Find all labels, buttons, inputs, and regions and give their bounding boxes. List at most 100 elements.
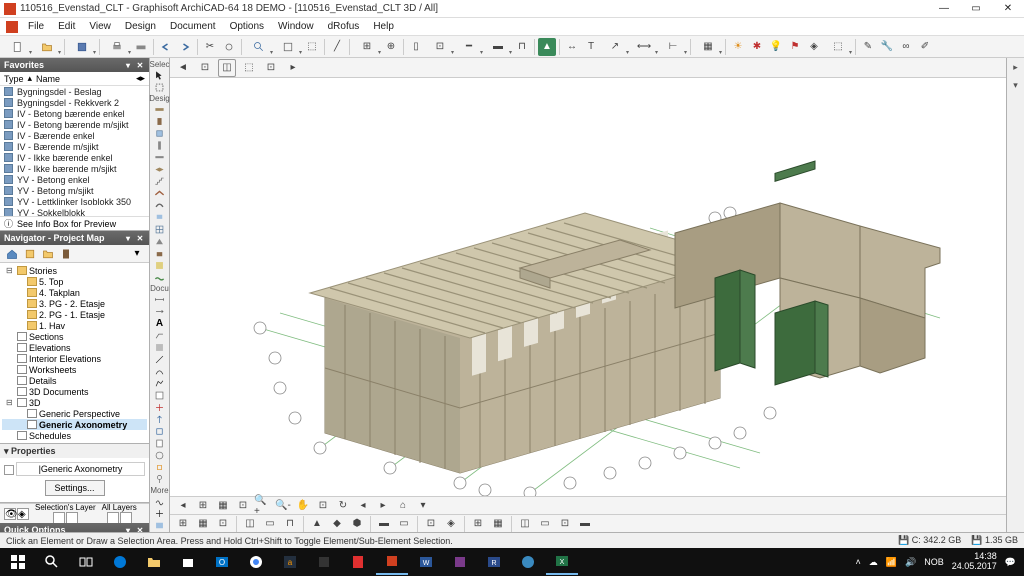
redo-button[interactable]	[176, 38, 194, 56]
vb2-btn[interactable]: ⊞	[174, 515, 192, 533]
stair-tool-icon[interactable]	[152, 176, 168, 187]
menu-design[interactable]: Design	[119, 20, 162, 33]
pan-button[interactable]: ⬚	[303, 38, 321, 56]
wall-tool-icon[interactable]	[152, 104, 168, 115]
vb-back[interactable]: ◂	[354, 497, 372, 515]
hotspot-tool-icon[interactable]	[152, 508, 168, 519]
vb-dd[interactable]: ▾	[414, 497, 432, 515]
layer-icon[interactable]: ◈	[17, 508, 29, 520]
tray-lang[interactable]: NOB	[924, 557, 944, 567]
vb2-btn[interactable]: ◫	[516, 515, 534, 533]
poly-tool-icon[interactable]	[152, 378, 168, 389]
snap-button[interactable]: ⊕	[382, 38, 400, 56]
amazon-icon[interactable]: a	[274, 549, 306, 575]
favorite-item[interactable]: IV - Betong bærende enkel	[0, 108, 149, 119]
vb2-btn[interactable]: ▭	[261, 515, 279, 533]
undo-button[interactable]	[157, 38, 175, 56]
vb2-btn[interactable]: ⬢	[348, 515, 366, 533]
menu-edit[interactable]: Edit	[52, 20, 81, 33]
minimize-button[interactable]: —	[932, 2, 956, 16]
excel-icon[interactable]: X	[546, 549, 578, 575]
layer-button[interactable]: ▦▾	[694, 38, 722, 56]
dim-button[interactable]: ⟷▾	[630, 38, 658, 56]
col-button[interactable]: ▬▾	[484, 38, 512, 56]
drawing-tool-icon[interactable]	[152, 390, 168, 401]
column-tool-icon[interactable]	[152, 140, 168, 151]
store-icon[interactable]	[172, 549, 204, 575]
print-button[interactable]: ▾	[103, 38, 131, 56]
menu-drofus[interactable]: dRofus	[322, 20, 366, 33]
edge-icon[interactable]	[104, 549, 136, 575]
favorite-item[interactable]: YV - Betong m/sjikt	[0, 185, 149, 196]
nav-opts-icon[interactable]: ▾	[129, 246, 145, 262]
app-icon[interactable]	[308, 549, 340, 575]
vt-btn[interactable]: ▸	[284, 59, 302, 77]
favorite-item[interactable]: IV - Bærende enkel	[0, 130, 149, 141]
menu-options[interactable]: Options	[224, 20, 270, 33]
favorite-item[interactable]: YV - Sokkelblokk	[0, 207, 149, 216]
arc-tool-icon[interactable]	[152, 366, 168, 377]
favorite-item[interactable]: IV - Bærende m/sjikt	[0, 141, 149, 152]
eye-icon[interactable]: 👁	[4, 508, 16, 520]
object-tool-icon[interactable]	[152, 248, 168, 259]
favorite-item[interactable]: Bygningsdel - Beslag	[0, 86, 149, 97]
vb-zoomout[interactable]: 🔍-	[274, 497, 292, 515]
change-tool-icon[interactable]	[152, 462, 168, 473]
vb-zoomin[interactable]: 🔍+	[254, 497, 272, 515]
fav-name-header[interactable]: Name	[36, 74, 136, 84]
line-button[interactable]: ╱	[328, 38, 346, 56]
spline-tool-icon[interactable]	[152, 496, 168, 507]
fav-type-header[interactable]: Type	[4, 74, 24, 84]
dim-tool-icon[interactable]	[152, 294, 168, 305]
panel-close-icon[interactable]: ✕	[135, 60, 145, 70]
tree-item[interactable]: Sections	[2, 331, 147, 342]
menu-view[interactable]: View	[83, 20, 117, 33]
arrow-tool-icon[interactable]	[152, 70, 168, 81]
app2-icon[interactable]	[444, 549, 476, 575]
roof-button[interactable]: ▲	[538, 38, 556, 56]
nav-folder-icon[interactable]	[40, 246, 56, 262]
tray-clock[interactable]: 14:38 24.05.2017	[952, 552, 997, 572]
fav-next-icon[interactable]: ▸	[140, 73, 145, 84]
elevation-tool-icon[interactable]	[152, 414, 168, 425]
section-tool-icon[interactable]	[152, 402, 168, 413]
menu-file[interactable]: File	[22, 20, 50, 33]
vb2-btn[interactable]: ▦	[194, 515, 212, 533]
vb2-btn[interactable]: ⊡	[556, 515, 574, 533]
vb-btn[interactable]: ⊞	[194, 497, 212, 515]
rc-btn[interactable]: ▸	[1009, 60, 1023, 74]
tray-vol-icon[interactable]: 🔊	[905, 557, 916, 568]
nav-map-icon[interactable]	[22, 246, 38, 262]
vt-btn[interactable]: ⊡	[196, 59, 214, 77]
3d-viewport[interactable]	[170, 78, 1006, 496]
tree-item[interactable]: Worksheets	[2, 364, 147, 375]
ie-tool-icon[interactable]	[152, 426, 168, 437]
wall-button[interactable]: ━▾	[455, 38, 483, 56]
taskview-button[interactable]	[70, 549, 102, 575]
shell-tool-icon[interactable]	[152, 200, 168, 211]
marquee-tool-icon[interactable]	[152, 82, 168, 93]
vt-btn[interactable]: ⬚	[240, 59, 258, 77]
tree-item[interactable]: ⊟Stories	[2, 265, 147, 276]
tree-item[interactable]: 5. Top	[2, 276, 147, 287]
render-button[interactable]: ✱	[748, 38, 766, 56]
props-icon[interactable]	[4, 465, 14, 475]
tree-item[interactable]: Details	[2, 375, 147, 386]
palette-button[interactable]: ◈	[805, 38, 823, 56]
cut-button[interactable]: ✂	[201, 38, 219, 56]
door-tool-icon[interactable]	[152, 116, 168, 127]
mesh-tool-icon[interactable]	[152, 272, 168, 283]
menu-document[interactable]: Document	[164, 20, 222, 33]
view3d-button[interactable]: ⬚▾	[824, 38, 852, 56]
favorite-item[interactable]: YV - Lettklinker Isoblokk 350	[0, 196, 149, 207]
tree-item[interactable]: ⊟3D	[2, 397, 147, 408]
vt-btn[interactable]: ◫	[218, 59, 236, 77]
label-tool-icon[interactable]	[152, 330, 168, 341]
worksheet-tool-icon[interactable]	[152, 438, 168, 449]
vb2-btn[interactable]: ◆	[328, 515, 346, 533]
vb2-btn[interactable]: ▬	[576, 515, 594, 533]
tray-notif-icon[interactable]: 💬	[1005, 557, 1016, 568]
zone-tool-icon[interactable]	[152, 260, 168, 271]
vb2-btn[interactable]: ⊡	[422, 515, 440, 533]
vb2-btn[interactable]: ⊓	[281, 515, 299, 533]
